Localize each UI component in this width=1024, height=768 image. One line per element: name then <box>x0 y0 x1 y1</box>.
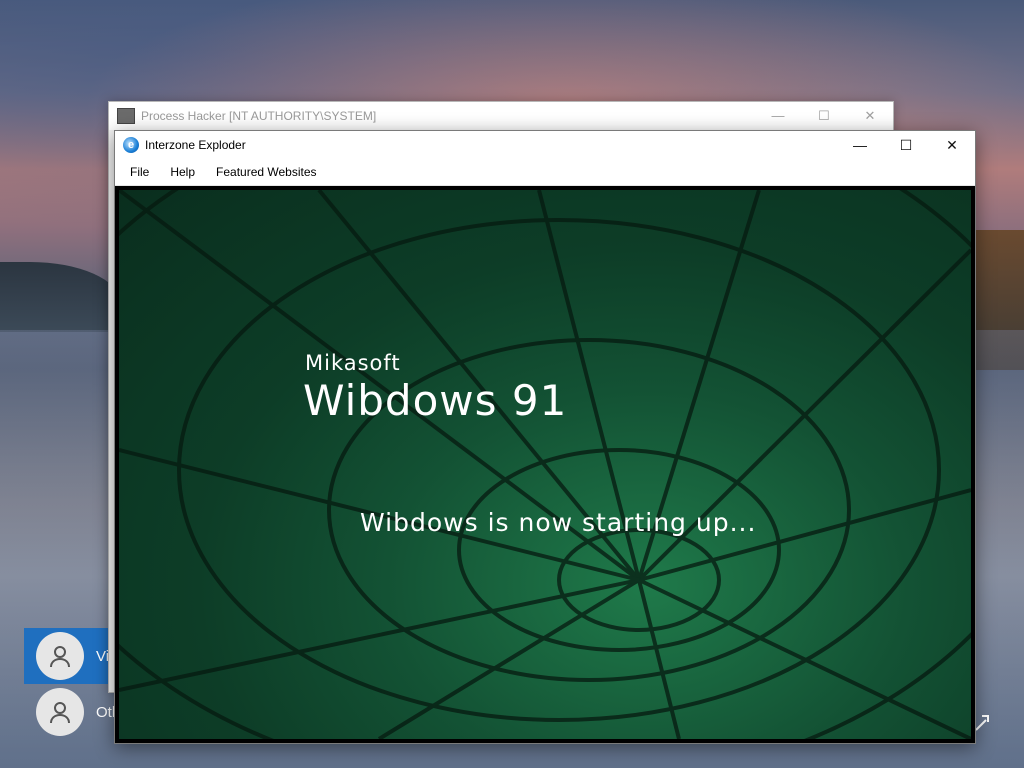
startup-status: Wibdows is now starting up... <box>360 508 757 537</box>
maximize-button[interactable]: ☐ <box>883 137 929 154</box>
menu-bar: File Help Featured Websites <box>115 159 975 186</box>
product-name: Wibdows 91 <box>303 376 568 425</box>
process-hacker-titlebar[interactable]: Process Hacker [NT AUTHORITY\SYSTEM] — ☐… <box>109 102 893 130</box>
browser-title: Interzone Exploder <box>145 138 246 152</box>
minimize-button[interactable]: — <box>837 137 883 154</box>
maximize-button[interactable]: ☐ <box>801 108 847 124</box>
user-avatar-icon <box>36 632 84 680</box>
menu-help[interactable]: Help <box>170 165 195 179</box>
wireframe-tunnel <box>119 190 971 739</box>
boot-screen: Mikasoft Wibdows 91 Wibdows is now start… <box>115 186 975 743</box>
minimize-button[interactable]: — <box>755 108 801 124</box>
browser-window[interactable]: e Interzone Exploder — ☐ ✕ File Help Fea… <box>114 130 976 744</box>
browser-titlebar[interactable]: e Interzone Exploder — ☐ ✕ <box>115 131 975 159</box>
process-hacker-icon <box>117 108 135 124</box>
menu-featured-websites[interactable]: Featured Websites <box>216 165 317 179</box>
browser-logo-icon: e <box>123 137 139 153</box>
close-button[interactable]: ✕ <box>929 137 975 154</box>
tunnel-grid <box>119 190 971 739</box>
close-button[interactable]: ✕ <box>847 108 893 124</box>
menu-file[interactable]: File <box>130 165 149 179</box>
process-hacker-title: Process Hacker [NT AUTHORITY\SYSTEM] <box>141 109 377 123</box>
user-avatar-icon <box>36 688 84 736</box>
vendor-name: Mikasoft <box>305 351 401 375</box>
hills-left <box>0 262 120 332</box>
